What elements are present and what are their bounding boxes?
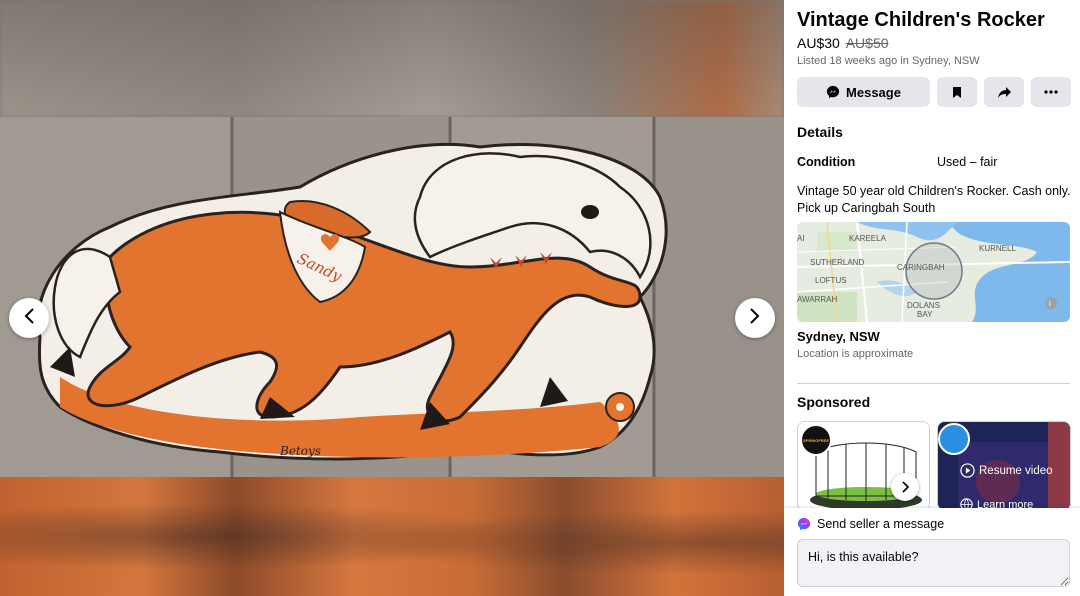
action-bar: Message bbox=[797, 77, 1071, 107]
svg-text:KURNELL: KURNELL bbox=[979, 244, 1016, 253]
svg-text:LOFTUS: LOFTUS bbox=[815, 276, 847, 285]
svg-text:KAREELA: KAREELA bbox=[849, 234, 887, 243]
location-note: Location is approximate bbox=[797, 348, 914, 360]
section-divider bbox=[797, 383, 1070, 384]
listing-old-price: AU$50 bbox=[845, 35, 889, 51]
sponsored-heading: Sponsored bbox=[797, 394, 871, 410]
send-message-heading: Send seller a message bbox=[797, 517, 944, 531]
svg-text:AWARRAH: AWARRAH bbox=[797, 295, 838, 304]
play-icon bbox=[960, 463, 975, 478]
listing-title: Vintage Children's Rocker bbox=[797, 9, 1045, 31]
details-heading: Details bbox=[797, 124, 843, 140]
sponsored-ad-video[interactable]: Resume video Learn more bbox=[937, 421, 1071, 511]
svg-text:SUTHERLAND: SUTHERLAND bbox=[810, 258, 864, 267]
share-icon bbox=[997, 86, 1011, 98]
photo-viewer: Sandy Betoys bbox=[0, 0, 784, 596]
previous-photo-button[interactable] bbox=[9, 298, 49, 338]
save-button[interactable] bbox=[937, 77, 977, 107]
messenger-icon bbox=[826, 85, 840, 99]
svg-text:CARINGBAH: CARINGBAH bbox=[897, 263, 945, 272]
location-map[interactable]: AI KAREELA KURNELL SUTHERLAND CARINGBAH … bbox=[797, 222, 1070, 322]
svg-text:BAY: BAY bbox=[917, 310, 933, 319]
message-button-label: Message bbox=[846, 84, 901, 100]
condition-label: Condition bbox=[797, 155, 856, 169]
bookmark-icon bbox=[953, 86, 961, 98]
photo-maker-text: Betoys bbox=[279, 444, 321, 458]
more-options-button[interactable] bbox=[1031, 77, 1071, 107]
chevron-left-icon bbox=[23, 307, 35, 330]
svg-text:AI: AI bbox=[797, 234, 805, 243]
next-photo-button[interactable] bbox=[735, 298, 775, 338]
advertiser-logo bbox=[938, 423, 970, 455]
svg-text:DOLANS: DOLANS bbox=[907, 301, 940, 310]
resume-video-button[interactable]: Resume video bbox=[960, 463, 1053, 478]
price-row: AU$30 AU$50 bbox=[797, 35, 889, 51]
ad-next-button[interactable] bbox=[891, 473, 919, 501]
listing-description: Vintage 50 year old Children's Rocker. C… bbox=[797, 184, 1071, 215]
messenger-icon bbox=[797, 517, 811, 531]
listing-photo: Sandy Betoys bbox=[0, 117, 784, 477]
more-icon bbox=[1044, 90, 1058, 94]
location-name: Sydney, NSW bbox=[797, 329, 880, 344]
photo-blur-background-bottom bbox=[0, 477, 784, 596]
condition-value: Used – fair bbox=[937, 155, 998, 169]
listing-price: AU$30 bbox=[797, 35, 840, 51]
share-button[interactable] bbox=[984, 77, 1024, 107]
message-input[interactable]: Hi, is this available? bbox=[797, 539, 1070, 587]
chevron-right-icon bbox=[902, 481, 909, 493]
listed-info: Listed 18 weeks ago in Sydney, NSW bbox=[797, 55, 980, 67]
svg-text:i: i bbox=[1049, 299, 1051, 308]
springfree-logo: SPRINGFREE bbox=[800, 424, 832, 456]
listing-details-panel: Vintage Children's Rocker AU$30 AU$50 Li… bbox=[784, 0, 1080, 596]
sponsored-ad-trampoline[interactable]: SPRINGFREE bbox=[797, 421, 930, 511]
chevron-right-icon bbox=[749, 307, 761, 330]
photo-blur-background-top bbox=[0, 0, 784, 117]
send-message-box: Send seller a message Hi, is this availa… bbox=[784, 508, 1080, 596]
message-button[interactable]: Message bbox=[797, 77, 930, 107]
